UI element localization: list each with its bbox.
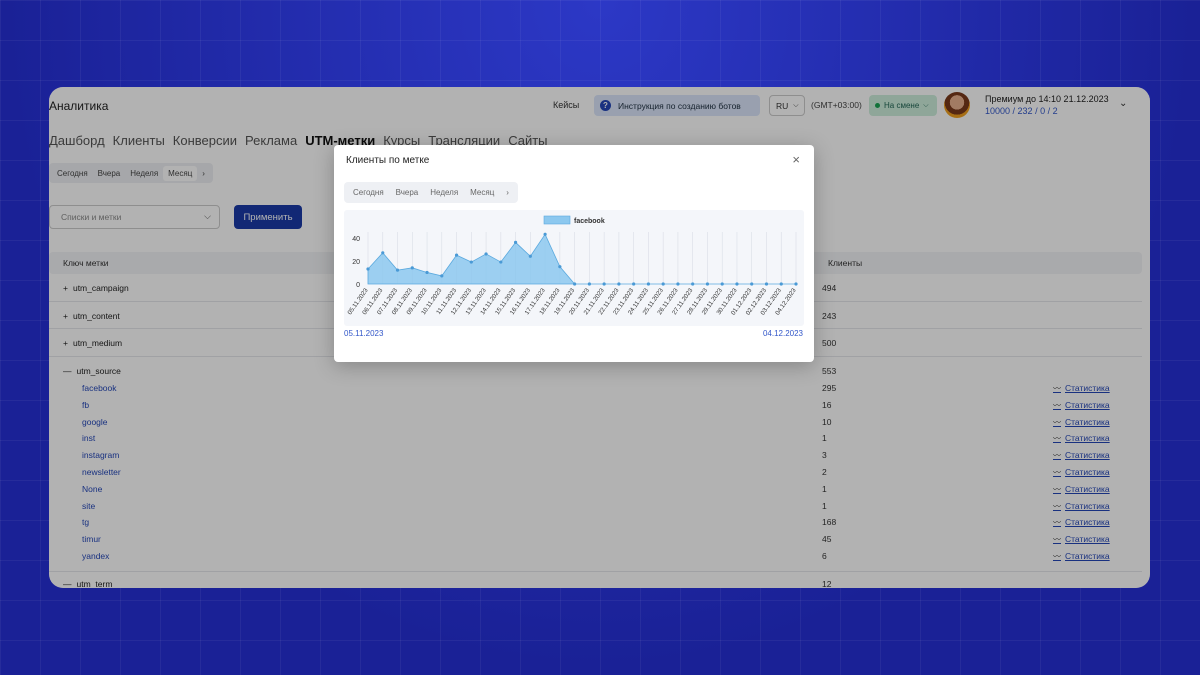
clients-by-tag-modal: Клиенты по метке × Сегодня Вчера Неделя …	[334, 145, 814, 362]
data-point[interactable]	[691, 282, 695, 286]
data-point[interactable]	[587, 282, 591, 286]
period-month[interactable]: Месяц	[464, 185, 500, 200]
close-icon[interactable]: ×	[792, 152, 800, 167]
data-point[interactable]	[735, 282, 739, 286]
legend-swatch[interactable]	[543, 215, 571, 225]
data-point[interactable]	[661, 282, 665, 286]
modal-title: Клиенты по метке	[346, 155, 430, 166]
data-point[interactable]	[425, 270, 429, 275]
data-point[interactable]	[646, 282, 651, 286]
data-point[interactable]	[573, 282, 577, 286]
data-point[interactable]	[764, 282, 769, 286]
data-point[interactable]	[558, 265, 562, 269]
legend-label: facebook	[574, 218, 605, 225]
data-point[interactable]	[440, 274, 444, 278]
data-point[interactable]	[366, 267, 370, 271]
period-yesterday[interactable]: Вчера	[390, 185, 425, 200]
chevron-right-icon[interactable]: ›	[500, 185, 515, 200]
data-point[interactable]	[513, 240, 518, 244]
series-area-facebook	[367, 233, 796, 285]
period-week[interactable]: Неделя	[424, 185, 464, 200]
data-point[interactable]	[750, 282, 754, 286]
data-point[interactable]	[528, 254, 532, 258]
data-point[interactable]	[469, 260, 473, 264]
range-end-date: 04.12.2023	[762, 329, 803, 338]
data-point[interactable]	[454, 253, 459, 257]
clients-chart: 0204005.11.202306.11.202307.11.202308.11…	[346, 215, 798, 317]
data-point[interactable]	[410, 266, 414, 270]
modal-period-switcher: Сегодня Вчера Неделя Месяц ›	[344, 182, 518, 203]
data-point[interactable]	[705, 282, 710, 286]
y-tick-label: 20	[352, 259, 360, 266]
data-point[interactable]	[632, 282, 636, 286]
data-point[interactable]	[543, 232, 547, 236]
data-point[interactable]	[499, 260, 503, 264]
data-point[interactable]	[395, 268, 400, 272]
data-point[interactable]	[602, 282, 606, 286]
data-point[interactable]	[617, 282, 621, 286]
chart-area: 0 20 40 05.11.2023 06.11.2023 07.11.2023 08.11…	[344, 210, 804, 326]
data-point[interactable]	[381, 251, 385, 255]
data-point[interactable]	[484, 252, 488, 256]
range-start-date: 05.11.2023	[344, 329, 384, 338]
data-point[interactable]	[720, 282, 724, 286]
period-today[interactable]: Сегодня	[347, 185, 390, 200]
y-tick-label: 40	[352, 236, 360, 243]
data-point[interactable]	[794, 282, 798, 286]
y-tick-label: 0	[356, 282, 360, 289]
data-point[interactable]	[676, 282, 680, 286]
data-point[interactable]	[779, 282, 783, 286]
